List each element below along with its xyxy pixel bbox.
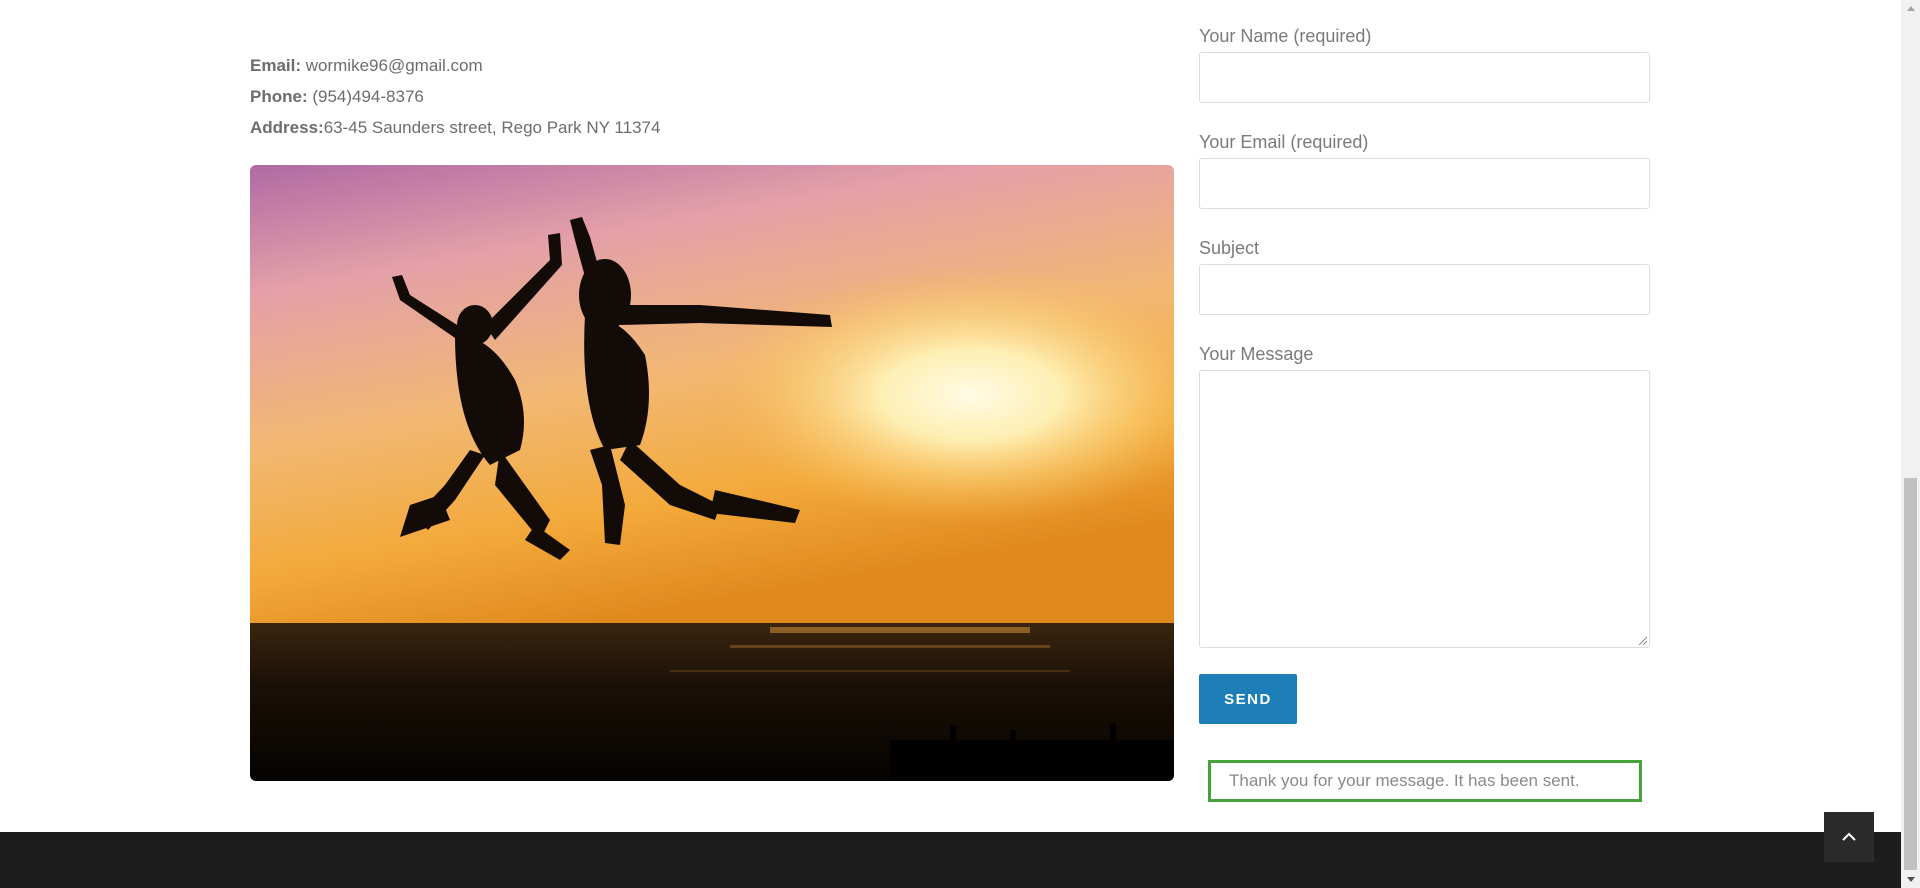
subject-field-label: Subject: [1199, 238, 1260, 258]
send-button[interactable]: SEND: [1199, 674, 1297, 724]
email-field-label: Your Email (required): [1199, 132, 1369, 152]
name-input[interactable]: [1199, 52, 1650, 103]
contact-phone-row: Phone: (954)494-8376: [250, 81, 660, 112]
scrollbar-thumb[interactable]: [1904, 478, 1917, 870]
subject-input[interactable]: [1199, 264, 1650, 315]
address-label: Address:: [250, 118, 324, 137]
sunset-jump-photo: [250, 165, 1174, 781]
contact-info: Email: wormike96@gmail.com Phone: (954)4…: [250, 50, 660, 143]
address-value: 63-45 Saunders street, Rego Park NY 1137…: [323, 118, 661, 137]
phone-value: (954)494-8376: [307, 87, 424, 106]
triangle-down-icon: [1906, 877, 1915, 882]
phone-label: Phone:: [250, 87, 308, 106]
site-footer: [0, 832, 1901, 888]
chevron-up-icon: [1842, 832, 1856, 841]
message-field-label: Your Message: [1199, 344, 1314, 364]
response-output-message: Thank you for your message. It has been …: [1208, 760, 1642, 802]
message-textarea[interactable]: [1199, 370, 1650, 648]
triangle-up-icon: [1906, 6, 1915, 11]
sunset-jump-image: [250, 165, 1174, 781]
resize-grip-icon[interactable]: [1637, 635, 1647, 645]
contact-address-row: Address:63-45 Saunders street, Rego Park…: [250, 112, 660, 143]
name-field-label: Your Name (required): [1199, 26, 1372, 46]
page: Email: wormike96@gmail.com Phone: (954)4…: [0, 0, 1920, 888]
email-value[interactable]: wormike96@gmail.com: [301, 56, 483, 75]
email-input[interactable]: [1199, 158, 1650, 209]
contact-email-row: Email: wormike96@gmail.com: [250, 50, 660, 81]
scroll-down-arrow[interactable]: [1901, 871, 1920, 888]
back-to-top-button[interactable]: [1824, 812, 1874, 862]
scroll-up-arrow[interactable]: [1901, 0, 1920, 17]
email-label: Email:: [250, 56, 302, 75]
vertical-scrollbar[interactable]: [1901, 0, 1920, 888]
